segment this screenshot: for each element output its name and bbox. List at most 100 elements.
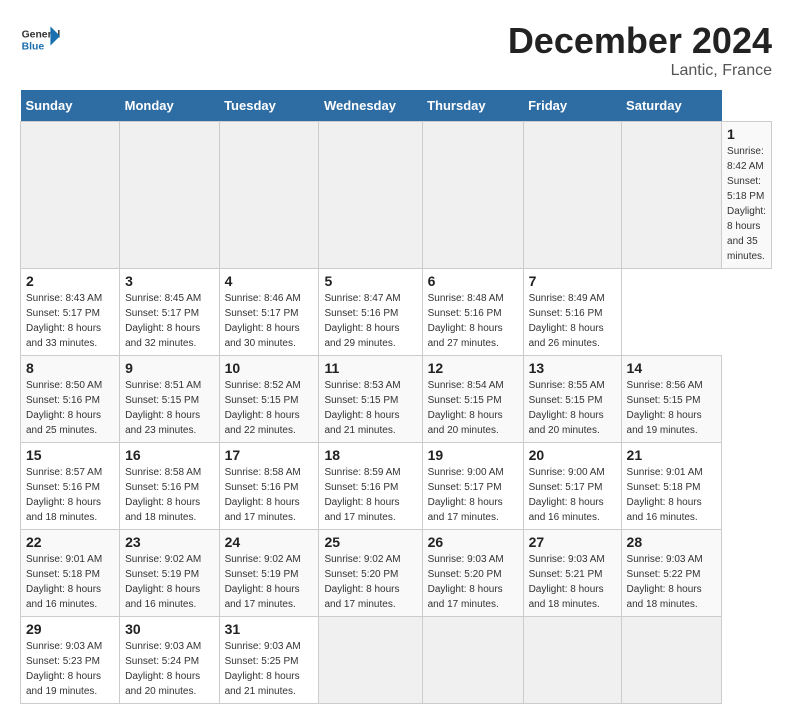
calendar-day-cell bbox=[422, 122, 523, 269]
calendar-day-cell: 22 Sunrise: 9:01 AM Sunset: 5:18 PM Dayli… bbox=[21, 530, 120, 617]
location: Lantic, France bbox=[508, 62, 772, 80]
day-info: Sunrise: 9:00 AM Sunset: 5:17 PM Dayligh… bbox=[529, 465, 616, 525]
svg-text:Blue: Blue bbox=[22, 42, 45, 53]
calendar-header-row: SundayMondayTuesdayWednesdayThursdayFrid… bbox=[21, 90, 772, 122]
day-number: 14 bbox=[627, 360, 717, 376]
day-number: 12 bbox=[428, 360, 518, 376]
calendar-day-cell bbox=[319, 617, 422, 704]
calendar-day-cell bbox=[621, 617, 722, 704]
day-number: 23 bbox=[125, 534, 213, 550]
day-info: Sunrise: 9:03 AM Sunset: 5:24 PM Dayligh… bbox=[125, 639, 213, 699]
calendar-week-row: 1 Sunrise: 8:42 AM Sunset: 5:18 PM Daylig… bbox=[21, 122, 772, 269]
day-number: 13 bbox=[529, 360, 616, 376]
calendar-day-cell: 11Sunrise: 8:53 AM Sunset: 5:15 PM Dayli… bbox=[319, 356, 422, 443]
calendar-day-cell bbox=[21, 122, 120, 269]
calendar-week-row: 8 Sunrise: 8:50 AM Sunset: 5:16 PM Daylig… bbox=[21, 356, 772, 443]
day-info: Sunrise: 9:03 AM Sunset: 5:21 PM Dayligh… bbox=[529, 552, 616, 612]
day-number: 10 bbox=[225, 360, 314, 376]
day-info: Sunrise: 9:03 AM Sunset: 5:22 PM Dayligh… bbox=[627, 552, 717, 612]
day-number: 1 bbox=[727, 126, 766, 142]
calendar-day-cell: 1 Sunrise: 8:42 AM Sunset: 5:18 PM Daylig… bbox=[722, 122, 772, 269]
calendar-day-cell: 2 Sunrise: 8:43 AM Sunset: 5:17 PM Daylig… bbox=[21, 269, 120, 356]
day-number: 15 bbox=[26, 447, 114, 463]
day-info: Sunrise: 9:02 AM Sunset: 5:19 PM Dayligh… bbox=[225, 552, 314, 612]
day-of-week-header: Thursday bbox=[422, 90, 523, 122]
day-number: 20 bbox=[529, 447, 616, 463]
day-info: Sunrise: 8:54 AM Sunset: 5:15 PM Dayligh… bbox=[428, 378, 518, 438]
calendar-day-cell: 23 Sunrise: 9:02 AM Sunset: 5:19 PM Dayli… bbox=[120, 530, 219, 617]
calendar-day-cell: 29Sunrise: 9:03 AM Sunset: 5:23 PM Dayli… bbox=[21, 617, 120, 704]
day-of-week-header: Sunday bbox=[21, 90, 120, 122]
day-number: 29 bbox=[26, 621, 114, 637]
calendar-week-row: 22 Sunrise: 9:01 AM Sunset: 5:18 PM Dayli… bbox=[21, 530, 772, 617]
calendar-day-cell: 12 Sunrise: 8:54 AM Sunset: 5:15 PM Dayli… bbox=[422, 356, 523, 443]
day-info: Sunrise: 9:00 AM Sunset: 5:17 PM Dayligh… bbox=[428, 465, 518, 525]
day-number: 26 bbox=[428, 534, 518, 550]
day-number: 5 bbox=[324, 273, 416, 289]
day-of-week-header: Monday bbox=[120, 90, 219, 122]
calendar-day-cell: 30Sunrise: 9:03 AM Sunset: 5:24 PM Dayli… bbox=[120, 617, 219, 704]
day-info: Sunrise: 8:51 AM Sunset: 5:15 PM Dayligh… bbox=[125, 378, 213, 438]
calendar-day-cell: 25 Sunrise: 9:02 AM Sunset: 5:20 PM Dayli… bbox=[319, 530, 422, 617]
calendar-day-cell bbox=[621, 122, 722, 269]
day-of-week-header: Friday bbox=[523, 90, 621, 122]
day-number: 24 bbox=[225, 534, 314, 550]
day-number: 9 bbox=[125, 360, 213, 376]
day-number: 28 bbox=[627, 534, 717, 550]
calendar-day-cell: 17Sunrise: 8:58 AM Sunset: 5:16 PM Dayli… bbox=[219, 443, 319, 530]
day-info: Sunrise: 8:47 AM Sunset: 5:16 PM Dayligh… bbox=[324, 291, 416, 351]
logo: General Blue bbox=[20, 20, 65, 60]
day-number: 8 bbox=[26, 360, 114, 376]
day-info: Sunrise: 9:01 AM Sunset: 5:18 PM Dayligh… bbox=[26, 552, 114, 612]
calendar-day-cell bbox=[319, 122, 422, 269]
calendar-day-cell: 10 Sunrise: 8:52 AM Sunset: 5:15 PM Dayli… bbox=[219, 356, 319, 443]
day-info: Sunrise: 8:53 AM Sunset: 5:15 PM Dayligh… bbox=[324, 378, 416, 438]
day-number: 2 bbox=[26, 273, 114, 289]
calendar-day-cell: 26 Sunrise: 9:03 AM Sunset: 5:20 PM Dayli… bbox=[422, 530, 523, 617]
day-info: Sunrise: 8:55 AM Sunset: 5:15 PM Dayligh… bbox=[529, 378, 616, 438]
calendar-day-cell: 28 Sunrise: 9:03 AM Sunset: 5:22 PM Dayli… bbox=[621, 530, 722, 617]
month-title: December 2024 bbox=[508, 20, 772, 62]
day-info: Sunrise: 8:43 AM Sunset: 5:17 PM Dayligh… bbox=[26, 291, 114, 351]
day-info: Sunrise: 8:45 AM Sunset: 5:17 PM Dayligh… bbox=[125, 291, 213, 351]
day-info: Sunrise: 9:03 AM Sunset: 5:20 PM Dayligh… bbox=[428, 552, 518, 612]
day-info: Sunrise: 9:02 AM Sunset: 5:19 PM Dayligh… bbox=[125, 552, 213, 612]
calendar-day-cell: 27Sunrise: 9:03 AM Sunset: 5:21 PM Dayli… bbox=[523, 530, 621, 617]
day-info: Sunrise: 9:03 AM Sunset: 5:25 PM Dayligh… bbox=[225, 639, 314, 699]
day-info: Sunrise: 8:50 AM Sunset: 5:16 PM Dayligh… bbox=[26, 378, 114, 438]
title-area: December 2024 Lantic, France bbox=[508, 20, 772, 80]
day-info: Sunrise: 8:49 AM Sunset: 5:16 PM Dayligh… bbox=[529, 291, 616, 351]
day-info: Sunrise: 8:58 AM Sunset: 5:16 PM Dayligh… bbox=[125, 465, 213, 525]
day-info: Sunrise: 8:52 AM Sunset: 5:15 PM Dayligh… bbox=[225, 378, 314, 438]
day-info: Sunrise: 9:02 AM Sunset: 5:20 PM Dayligh… bbox=[324, 552, 416, 612]
calendar-day-cell bbox=[422, 617, 523, 704]
calendar-day-cell: 9 Sunrise: 8:51 AM Sunset: 5:15 PM Daylig… bbox=[120, 356, 219, 443]
day-number: 31 bbox=[225, 621, 314, 637]
calendar-day-cell: 31 Sunrise: 9:03 AM Sunset: 5:25 PM Dayli… bbox=[219, 617, 319, 704]
day-of-week-header: Saturday bbox=[621, 90, 722, 122]
day-number: 6 bbox=[428, 273, 518, 289]
calendar-day-cell: 15Sunrise: 8:57 AM Sunset: 5:16 PM Dayli… bbox=[21, 443, 120, 530]
day-of-week-header: Wednesday bbox=[319, 90, 422, 122]
day-number: 16 bbox=[125, 447, 213, 463]
day-info: Sunrise: 8:42 AM Sunset: 5:18 PM Dayligh… bbox=[727, 144, 766, 264]
calendar-week-row: 15Sunrise: 8:57 AM Sunset: 5:16 PM Dayli… bbox=[21, 443, 772, 530]
calendar-day-cell: 3 Sunrise: 8:45 AM Sunset: 5:17 PM Daylig… bbox=[120, 269, 219, 356]
day-info: Sunrise: 8:46 AM Sunset: 5:17 PM Dayligh… bbox=[225, 291, 314, 351]
calendar-day-cell: 7 Sunrise: 8:49 AM Sunset: 5:16 PM Daylig… bbox=[523, 269, 621, 356]
day-info: Sunrise: 8:48 AM Sunset: 5:16 PM Dayligh… bbox=[428, 291, 518, 351]
calendar-body: 1 Sunrise: 8:42 AM Sunset: 5:18 PM Daylig… bbox=[21, 122, 772, 704]
day-info: Sunrise: 8:56 AM Sunset: 5:15 PM Dayligh… bbox=[627, 378, 717, 438]
day-info: Sunrise: 8:59 AM Sunset: 5:16 PM Dayligh… bbox=[324, 465, 416, 525]
calendar-day-cell: 6 Sunrise: 8:48 AM Sunset: 5:16 PM Daylig… bbox=[422, 269, 523, 356]
day-number: 25 bbox=[324, 534, 416, 550]
day-number: 4 bbox=[225, 273, 314, 289]
calendar-day-cell bbox=[219, 122, 319, 269]
calendar-day-cell bbox=[523, 122, 621, 269]
calendar-day-cell: 5 Sunrise: 8:47 AM Sunset: 5:16 PM Daylig… bbox=[319, 269, 422, 356]
day-number: 3 bbox=[125, 273, 213, 289]
day-number: 7 bbox=[529, 273, 616, 289]
calendar-day-cell: 24 Sunrise: 9:02 AM Sunset: 5:19 PM Dayli… bbox=[219, 530, 319, 617]
calendar-week-row: 2 Sunrise: 8:43 AM Sunset: 5:17 PM Daylig… bbox=[21, 269, 772, 356]
day-number: 22 bbox=[26, 534, 114, 550]
